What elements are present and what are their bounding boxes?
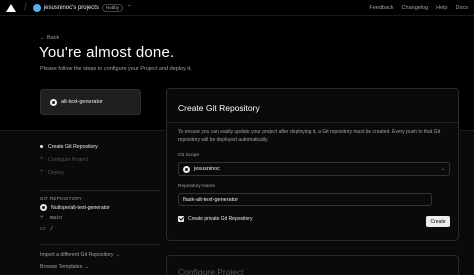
- divider: [40, 190, 160, 191]
- github-icon: [183, 165, 190, 173]
- git-branch-row: ⑂ main: [40, 215, 62, 221]
- template-repo-name: alt-text-generator: [61, 99, 103, 105]
- browse-templates-link[interactable]: Browse Templates →: [40, 264, 89, 270]
- docs-link[interactable]: Docs: [455, 5, 468, 11]
- changelog-link[interactable]: Changelog: [402, 5, 429, 11]
- step-label: Deploy: [48, 169, 65, 176]
- step-label: Configure Project: [48, 156, 89, 163]
- private-repo-label[interactable]: Create private Git Repository: [188, 216, 252, 222]
- avatar[interactable]: [32, 3, 41, 12]
- vercel-logo-icon[interactable]: [6, 3, 16, 12]
- step-label: Create Git Repository: [48, 143, 98, 150]
- repository-name-input[interactable]: [178, 193, 432, 206]
- git-repository-heading: GIT REPOSITORY: [40, 196, 83, 201]
- template-repo-chip: alt-text-generator: [40, 89, 141, 115]
- step-dot-icon: [40, 145, 43, 148]
- git-dir-row: ▭ /: [40, 226, 53, 232]
- github-icon: [40, 204, 47, 211]
- plus-icon: +: [40, 156, 44, 162]
- git-repo-row[interactable]: Nutlope/alt-text-generator: [40, 204, 110, 211]
- step-deploy: + Deploy: [40, 166, 98, 179]
- plus-icon: +: [40, 169, 44, 175]
- branch-icon: ⑂: [40, 215, 44, 221]
- top-nav: Feedback Changelog Help Docs: [369, 5, 468, 11]
- git-branch: main: [50, 215, 63, 221]
- repository-name-label: Repository Name: [178, 184, 216, 189]
- step-configure-project: + Configure Project: [40, 153, 98, 166]
- card-title: Configure Project: [178, 267, 244, 275]
- create-button[interactable]: Create: [426, 216, 450, 227]
- git-repo-name[interactable]: Nutlope/alt-text-generator: [51, 205, 110, 211]
- help-link[interactable]: Help: [436, 5, 447, 11]
- chevron-down-icon: ⌄: [440, 166, 445, 172]
- divider: [40, 244, 160, 245]
- page-subtitle: Please follow the steps to configure you…: [40, 66, 192, 72]
- back-link[interactable]: ← Back: [40, 35, 59, 41]
- git-scope-select[interactable]: jesusninoc ⌄: [178, 162, 450, 176]
- create-git-repository-card: Create Git Repository To ensure you can …: [166, 88, 459, 241]
- folder-icon: ▭: [40, 226, 46, 232]
- top-bar: / jesusninoc's projects Hobby ⌃ Feedback…: [0, 0, 474, 16]
- steps-list: Create Git Repository + Configure Projec…: [40, 140, 98, 179]
- github-icon: [50, 98, 57, 106]
- git-scope-value: jesusninoc: [194, 166, 220, 172]
- git-root-dir: /: [50, 226, 54, 232]
- configure-project-card: Configure Project: [166, 255, 459, 275]
- plan-badge: Hobby: [101, 3, 123, 12]
- switcher-icon[interactable]: ⌃: [127, 4, 132, 11]
- private-repo-checkbox[interactable]: [178, 216, 184, 222]
- card-description: To ensure you can easily update your pro…: [178, 129, 441, 143]
- git-scope-label: Git Scope: [178, 153, 200, 158]
- private-repo-option[interactable]: Create private Git Repository: [178, 216, 252, 222]
- step-create-repo: Create Git Repository: [40, 140, 98, 153]
- card-title: Create Git Repository: [178, 103, 260, 113]
- project-selector[interactable]: jesusninoc's projects: [44, 5, 99, 11]
- import-different-repo-link[interactable]: Import a different Git Repository →: [40, 252, 120, 258]
- page-title: You're almost done.: [39, 44, 175, 61]
- separator-slash: /: [24, 2, 27, 13]
- feedback-link[interactable]: Feedback: [369, 5, 393, 11]
- divider: [167, 122, 458, 123]
